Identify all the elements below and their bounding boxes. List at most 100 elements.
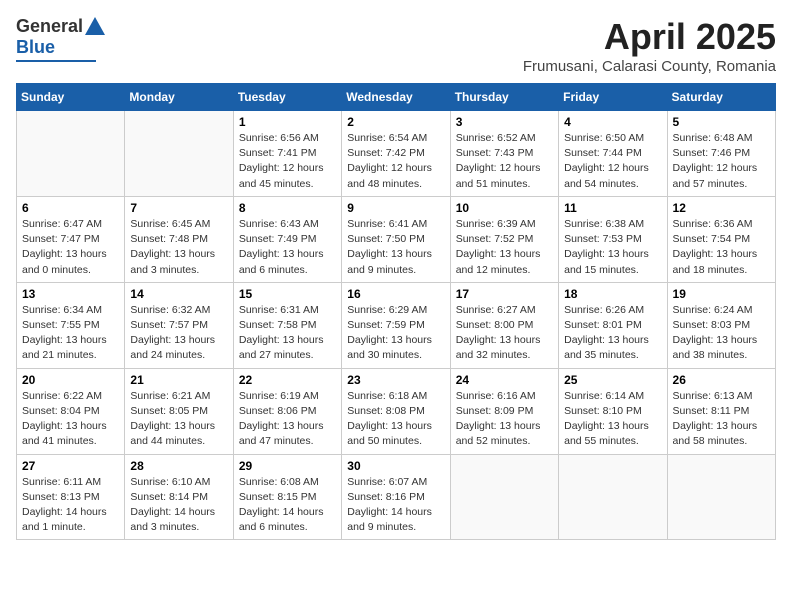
calendar-cell: 16 Sunrise: 6:29 AMSunset: 7:59 PMDayligh… xyxy=(342,282,450,368)
calendar-cell: 27 Sunrise: 6:11 AMSunset: 8:13 PMDayligh… xyxy=(17,454,125,540)
day-detail: Sunrise: 6:39 AMSunset: 7:52 PMDaylight:… xyxy=(456,217,553,278)
page-header: General Blue April 2025 Frumusani, Calar… xyxy=(16,16,776,75)
day-detail: Sunrise: 6:50 AMSunset: 7:44 PMDaylight:… xyxy=(564,131,661,192)
day-detail: Sunrise: 6:45 AMSunset: 7:48 PMDaylight:… xyxy=(130,217,227,278)
calendar-cell: 8Sunrise: 6:43 AMSunset: 7:49 PMDaylight… xyxy=(233,196,341,282)
week-row-4: 27 Sunrise: 6:11 AMSunset: 8:13 PMDayligh… xyxy=(17,454,776,540)
day-detail: Sunrise: 6:38 AMSunset: 7:53 PMDaylight:… xyxy=(564,217,661,278)
calendar-cell: 20 Sunrise: 6:22 AMSunset: 8:04 PMDayligh… xyxy=(17,368,125,454)
day-detail: Sunrise: 6:34 AMSunset: 7:55 PMDaylight:… xyxy=(22,303,119,364)
day-number: 15 xyxy=(239,287,336,301)
calendar-cell: 10 Sunrise: 6:39 AMSunset: 7:52 PMDayligh… xyxy=(450,196,558,282)
day-detail: Sunrise: 6:47 AMSunset: 7:47 PMDaylight:… xyxy=(22,217,119,278)
day-detail: Sunrise: 6:08 AMSunset: 8:15 PMDaylight:… xyxy=(239,475,336,536)
calendar-cell: 4 Sunrise: 6:50 AMSunset: 7:44 PMDaylight… xyxy=(559,111,667,197)
day-number: 20 xyxy=(22,373,119,387)
calendar-cell: 11 Sunrise: 6:38 AMSunset: 7:53 PMDayligh… xyxy=(559,196,667,282)
day-number: 17 xyxy=(456,287,553,301)
calendar-cell: 5Sunrise: 6:48 AMSunset: 7:46 PMDaylight… xyxy=(667,111,775,197)
logo: General Blue xyxy=(16,16,105,62)
weekday-header-friday: Friday xyxy=(559,84,667,111)
week-row-3: 20 Sunrise: 6:22 AMSunset: 8:04 PMDayligh… xyxy=(17,368,776,454)
calendar-cell xyxy=(125,111,233,197)
day-detail: Sunrise: 6:21 AMSunset: 8:05 PMDaylight:… xyxy=(130,389,227,450)
day-number: 1 xyxy=(239,115,336,129)
day-detail: Sunrise: 6:32 AMSunset: 7:57 PMDaylight:… xyxy=(130,303,227,364)
day-detail: Sunrise: 6:41 AMSunset: 7:50 PMDaylight:… xyxy=(347,217,444,278)
day-detail: Sunrise: 6:22 AMSunset: 8:04 PMDaylight:… xyxy=(22,389,119,450)
calendar-cell: 14 Sunrise: 6:32 AMSunset: 7:57 PMDayligh… xyxy=(125,282,233,368)
day-number: 23 xyxy=(347,373,444,387)
day-number: 2 xyxy=(347,115,444,129)
calendar-cell: 3 Sunrise: 6:52 AMSunset: 7:43 PMDaylight… xyxy=(450,111,558,197)
calendar-cell: 19Sunrise: 6:24 AMSunset: 8:03 PMDayligh… xyxy=(667,282,775,368)
day-number: 25 xyxy=(564,373,661,387)
day-number: 7 xyxy=(130,201,227,215)
weekday-header-tuesday: Tuesday xyxy=(233,84,341,111)
calendar-cell: 2 Sunrise: 6:54 AMSunset: 7:42 PMDaylight… xyxy=(342,111,450,197)
day-detail: Sunrise: 6:27 AMSunset: 8:00 PMDaylight:… xyxy=(456,303,553,364)
week-row-1: 6Sunrise: 6:47 AMSunset: 7:47 PMDaylight… xyxy=(17,196,776,282)
day-detail: Sunrise: 6:52 AMSunset: 7:43 PMDaylight:… xyxy=(456,131,553,192)
calendar-header: SundayMondayTuesdayWednesdayThursdayFrid… xyxy=(17,84,776,111)
day-number: 3 xyxy=(456,115,553,129)
day-number: 14 xyxy=(130,287,227,301)
calendar-cell: 9Sunrise: 6:41 AMSunset: 7:50 PMDaylight… xyxy=(342,196,450,282)
day-number: 21 xyxy=(130,373,227,387)
day-number: 11 xyxy=(564,201,661,215)
calendar-cell xyxy=(667,454,775,540)
weekday-header-wednesday: Wednesday xyxy=(342,84,450,111)
day-number: 12 xyxy=(673,201,770,215)
calendar-cell: 13 Sunrise: 6:34 AMSunset: 7:55 PMDayligh… xyxy=(17,282,125,368)
logo-blue: Blue xyxy=(16,37,55,58)
day-number: 29 xyxy=(239,459,336,473)
day-detail: Sunrise: 6:18 AMSunset: 8:08 PMDaylight:… xyxy=(347,389,444,450)
day-number: 5 xyxy=(673,115,770,129)
calendar-cell: 17 Sunrise: 6:27 AMSunset: 8:00 PMDayligh… xyxy=(450,282,558,368)
day-number: 13 xyxy=(22,287,119,301)
weekday-header-thursday: Thursday xyxy=(450,84,558,111)
calendar-cell: 22 Sunrise: 6:19 AMSunset: 8:06 PMDayligh… xyxy=(233,368,341,454)
weekday-header-saturday: Saturday xyxy=(667,84,775,111)
calendar-cell xyxy=(559,454,667,540)
day-detail: Sunrise: 6:54 AMSunset: 7:42 PMDaylight:… xyxy=(347,131,444,192)
day-detail: Sunrise: 6:29 AMSunset: 7:59 PMDaylight:… xyxy=(347,303,444,364)
calendar-cell: 30 Sunrise: 6:07 AMSunset: 8:16 PMDayligh… xyxy=(342,454,450,540)
day-number: 16 xyxy=(347,287,444,301)
calendar-cell xyxy=(17,111,125,197)
logo-line xyxy=(16,60,96,62)
day-detail: Sunrise: 6:24 AMSunset: 8:03 PMDaylight:… xyxy=(673,303,770,364)
day-detail: Sunrise: 6:36 AMSunset: 7:54 PMDaylight:… xyxy=(673,217,770,278)
calendar-cell: 21 Sunrise: 6:21 AMSunset: 8:05 PMDayligh… xyxy=(125,368,233,454)
day-number: 22 xyxy=(239,373,336,387)
day-detail: Sunrise: 6:13 AMSunset: 8:11 PMDaylight:… xyxy=(673,389,770,450)
calendar-cell: 24 Sunrise: 6:16 AMSunset: 8:09 PMDayligh… xyxy=(450,368,558,454)
calendar-cell: 6Sunrise: 6:47 AMSunset: 7:47 PMDaylight… xyxy=(17,196,125,282)
calendar-cell: 28Sunrise: 6:10 AMSunset: 8:14 PMDayligh… xyxy=(125,454,233,540)
day-number: 24 xyxy=(456,373,553,387)
calendar-cell: 1 Sunrise: 6:56 AMSunset: 7:41 PMDaylight… xyxy=(233,111,341,197)
day-number: 4 xyxy=(564,115,661,129)
day-number: 28 xyxy=(130,459,227,473)
day-detail: Sunrise: 6:16 AMSunset: 8:09 PMDaylight:… xyxy=(456,389,553,450)
day-number: 30 xyxy=(347,459,444,473)
day-number: 10 xyxy=(456,201,553,215)
calendar-cell: 12 Sunrise: 6:36 AMSunset: 7:54 PMDayligh… xyxy=(667,196,775,282)
day-detail: Sunrise: 6:31 AMSunset: 7:58 PMDaylight:… xyxy=(239,303,336,364)
week-row-0: 1 Sunrise: 6:56 AMSunset: 7:41 PMDaylight… xyxy=(17,111,776,197)
day-detail: Sunrise: 6:56 AMSunset: 7:41 PMDaylight:… xyxy=(239,131,336,192)
day-detail: Sunrise: 6:26 AMSunset: 8:01 PMDaylight:… xyxy=(564,303,661,364)
weekday-header-sunday: Sunday xyxy=(17,84,125,111)
calendar-location: Frumusani, Calarasi County, Romania xyxy=(523,58,776,75)
calendar-cell: 26Sunrise: 6:13 AMSunset: 8:11 PMDayligh… xyxy=(667,368,775,454)
day-number: 27 xyxy=(22,459,119,473)
day-detail: Sunrise: 6:19 AMSunset: 8:06 PMDaylight:… xyxy=(239,389,336,450)
calendar-table: SundayMondayTuesdayWednesdayThursdayFrid… xyxy=(16,83,776,540)
calendar-cell: 15 Sunrise: 6:31 AMSunset: 7:58 PMDayligh… xyxy=(233,282,341,368)
calendar-title: April 2025 xyxy=(523,16,776,58)
day-detail: Sunrise: 6:11 AMSunset: 8:13 PMDaylight:… xyxy=(22,475,119,536)
title-block: April 2025 Frumusani, Calarasi County, R… xyxy=(523,16,776,75)
day-detail: Sunrise: 6:07 AMSunset: 8:16 PMDaylight:… xyxy=(347,475,444,536)
calendar-cell: 7 Sunrise: 6:45 AMSunset: 7:48 PMDaylight… xyxy=(125,196,233,282)
calendar-cell: 29 Sunrise: 6:08 AMSunset: 8:15 PMDayligh… xyxy=(233,454,341,540)
